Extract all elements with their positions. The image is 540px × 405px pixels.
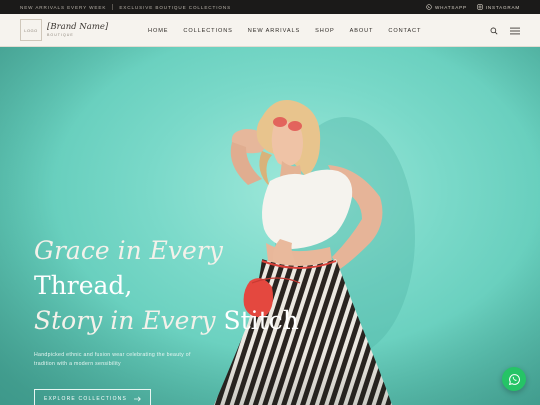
hero-description: Handpicked ethnic and fusion wear celebr…: [34, 352, 191, 367]
whatsapp-icon: [426, 4, 432, 10]
announcement-item: New arrivals every week: [20, 4, 107, 10]
announcement-divider: [112, 4, 114, 10]
announcement-items: New arrivals every week Exclusive boutiq…: [20, 4, 231, 10]
announcement-item: Exclusive boutique collections: [119, 4, 232, 10]
headline-line-1: Grace in Every: [34, 236, 223, 265]
brand[interactable]: [Brand Name] Boutique: [47, 22, 109, 38]
headline-line-3: Story in Every Stitch: [34, 303, 299, 338]
headline-line-3-plain: Stitch: [223, 306, 299, 335]
headline-line-2: Thread,: [34, 271, 133, 300]
announcement-bar: New arrivals every week Exclusive boutiq…: [0, 0, 540, 14]
logo-text: LOGO: [24, 27, 38, 33]
nav-about[interactable]: About: [350, 28, 374, 34]
whatsapp-link[interactable]: WhatsApp: [426, 4, 467, 10]
header-actions: [490, 14, 520, 47]
nav-contact[interactable]: Contact: [388, 28, 421, 34]
nav-home[interactable]: Home: [148, 28, 168, 34]
instagram-label: Instagram: [485, 4, 520, 10]
logo[interactable]: LOGO: [20, 19, 42, 41]
hero-section: Grace in Every Thread, Story in Every St…: [0, 47, 540, 405]
menu-icon[interactable]: [510, 27, 520, 35]
arrow-right-icon: [134, 396, 141, 402]
whatsapp-icon: [508, 373, 520, 385]
headline-line-3-italic: Story in Every: [34, 306, 216, 335]
explore-collections-button[interactable]: Explore Collections: [34, 389, 151, 405]
instagram-icon: [477, 4, 483, 10]
brand-name: [Brand Name]: [47, 22, 109, 32]
instagram-link[interactable]: Instagram: [477, 4, 520, 10]
nav-shop[interactable]: Shop: [315, 28, 334, 34]
main-nav: Home Collections New Arrivals Shop About…: [148, 14, 421, 47]
whatsapp-label: WhatsApp: [434, 4, 467, 10]
cta-label: Explore Collections: [43, 396, 128, 402]
hero-headline: Grace in Every Thread, Story in Every St…: [34, 233, 299, 338]
whatsapp-chat-button[interactable]: [502, 367, 526, 391]
search-icon[interactable]: [490, 27, 498, 35]
social-links: WhatsApp Instagram: [426, 4, 520, 10]
nav-new-arrivals[interactable]: New Arrivals: [248, 28, 300, 34]
brand-subtitle: Boutique: [47, 33, 74, 37]
site-header: LOGO [Brand Name] Boutique Home Collecti…: [0, 14, 540, 47]
nav-collections[interactable]: Collections: [183, 28, 232, 34]
